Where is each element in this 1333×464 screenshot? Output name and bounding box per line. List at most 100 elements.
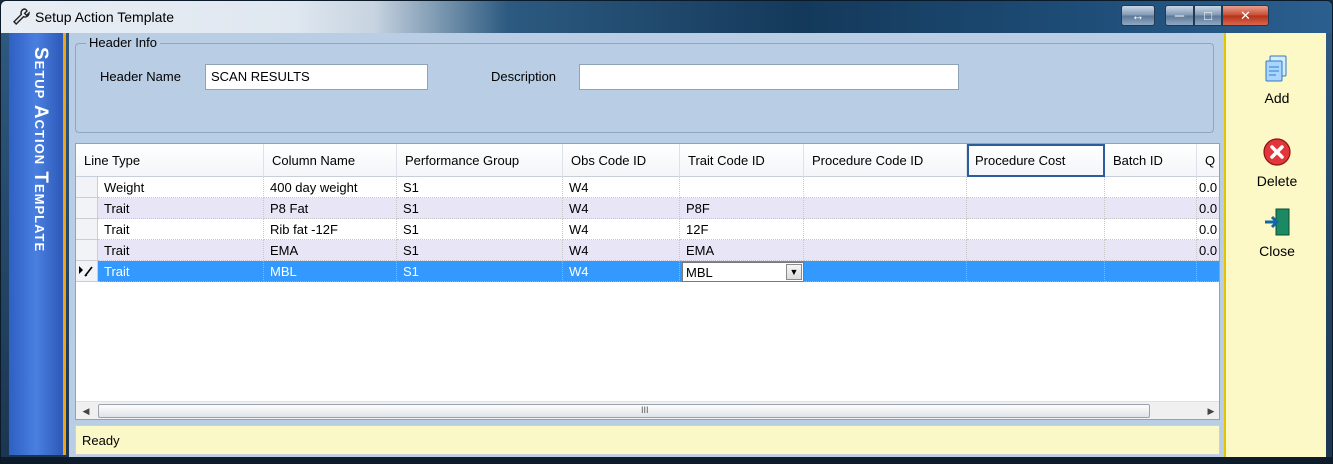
cell-procedure-cost[interactable] (967, 219, 1105, 240)
cell-q[interactable] (1197, 261, 1219, 282)
col-header-performance-group[interactable]: Performance Group (397, 144, 563, 177)
close-button[interactable]: Close (1226, 206, 1328, 259)
cell-performance-group[interactable]: S1 (397, 219, 563, 240)
cell-trait-code-id[interactable] (680, 177, 804, 198)
scroll-right-arrow-icon[interactable]: ▶ (1204, 404, 1218, 418)
cell-procedure-cost[interactable] (967, 240, 1105, 261)
cell-procedure-cost[interactable] (967, 198, 1105, 219)
template-lines-grid[interactable]: Line Type Column Name Performance Group … (75, 143, 1220, 420)
close-window-button[interactable]: ✕ (1222, 5, 1269, 26)
table-row[interactable]: Trait Rib fat -12F S1 W4 12F 0.0 (76, 219, 1219, 240)
cell-obs-code-id[interactable]: W4 (563, 261, 680, 282)
status-bar: Ready (75, 425, 1220, 455)
chevron-down-icon: ▼ (789, 267, 799, 277)
cell-column-name[interactable]: EMA (264, 240, 397, 261)
cell-batch-id[interactable] (1105, 198, 1197, 219)
col-header-q[interactable]: Q (1197, 144, 1219, 177)
delete-icon (1263, 138, 1291, 166)
title-bar[interactable]: Setup Action Template ↔ ─ □ ✕ (1, 1, 1332, 33)
swap-window-button[interactable]: ↔ (1121, 5, 1155, 26)
maximize-button[interactable]: □ (1194, 5, 1222, 26)
col-header-procedure-code-id[interactable]: Procedure Code ID (804, 144, 967, 177)
row-header[interactable] (76, 198, 98, 219)
cell-line-type[interactable]: Trait (98, 240, 264, 261)
cell-performance-group[interactable]: S1 (397, 261, 563, 282)
delete-button[interactable]: Delete (1226, 136, 1328, 189)
header-name-input[interactable]: SCAN RESULTS (205, 64, 428, 90)
cell-procedure-code-id[interactable] (804, 177, 967, 198)
cell-procedure-code-id[interactable] (804, 261, 967, 282)
double-arrow-icon: ↔ (1131, 8, 1145, 23)
cell-trait-code-id[interactable]: 12F (680, 219, 804, 240)
description-label: Description (491, 69, 557, 84)
cell-trait-code-id[interactable]: P8F (680, 198, 804, 219)
col-header-trait-code-id[interactable]: Trait Code ID (680, 144, 804, 177)
trait-code-combo[interactable]: MBL ▼ (682, 262, 804, 282)
col-header-column-name[interactable]: Column Name (264, 144, 397, 177)
minimize-button[interactable]: ─ (1165, 5, 1194, 26)
cell-column-name[interactable]: 400 day weight (264, 177, 397, 198)
cell-obs-code-id[interactable]: W4 (563, 219, 680, 240)
add-button[interactable]: Add (1226, 53, 1328, 106)
cell-obs-code-id[interactable]: W4 (563, 240, 680, 261)
trait-code-combo-value: MBL (686, 265, 713, 280)
exit-door-icon (1265, 208, 1290, 236)
cell-obs-code-id[interactable]: W4 (563, 198, 680, 219)
cell-procedure-code-id[interactable] (804, 219, 967, 240)
cell-performance-group[interactable]: S1 (397, 177, 563, 198)
col-header-procedure-cost[interactable]: Procedure Cost (967, 144, 1105, 177)
header-name-label: Header Name (100, 69, 181, 84)
horizontal-scrollbar[interactable]: ◀ III ▶ (76, 401, 1219, 419)
cell-q[interactable]: 0.0 (1197, 219, 1219, 240)
scroll-left-arrow-icon[interactable]: ◀ (79, 404, 93, 418)
cell-column-name[interactable]: MBL (264, 261, 397, 282)
cell-batch-id[interactable] (1105, 177, 1197, 198)
cell-procedure-cost[interactable] (967, 177, 1105, 198)
header-info-group: Header Info Header Name SCAN RESULTS Des… (75, 35, 1214, 133)
banner-title: Setup Action Template (30, 47, 51, 253)
description-input[interactable] (579, 64, 959, 90)
cell-q[interactable]: 0.0 (1197, 198, 1219, 219)
cell-procedure-cost[interactable] (967, 261, 1105, 282)
cell-batch-id[interactable] (1105, 219, 1197, 240)
wrench-icon (13, 8, 30, 25)
cell-batch-id[interactable] (1105, 261, 1197, 282)
cell-line-type[interactable]: Weight (98, 177, 264, 198)
window-title: Setup Action Template (35, 9, 175, 25)
main-panel: Header Info Header Name SCAN RESULTS Des… (69, 33, 1224, 457)
cell-line-type[interactable]: Trait (98, 198, 264, 219)
table-row[interactable]: Trait P8 Fat S1 W4 P8F 0.0 (76, 198, 1219, 219)
cell-column-name[interactable]: P8 Fat (264, 198, 397, 219)
header-info-legend: Header Info (86, 35, 160, 50)
row-header[interactable] (76, 240, 98, 261)
add-label: Add (1264, 90, 1290, 106)
table-row-selected[interactable]: Trait MBL S1 W4 MBL ▼ (76, 261, 1219, 282)
col-header-batch-id[interactable]: Batch ID (1105, 144, 1197, 177)
delete-label: Delete (1256, 173, 1298, 189)
cell-performance-group[interactable]: S1 (397, 240, 563, 261)
cell-line-type[interactable]: Trait (98, 261, 264, 282)
cell-trait-code-id[interactable]: EMA (680, 240, 804, 261)
cell-procedure-code-id[interactable] (804, 240, 967, 261)
cell-column-name[interactable]: Rib fat -12F (264, 219, 397, 240)
col-header-line-type[interactable]: Line Type (76, 144, 264, 177)
cell-q[interactable]: 0.0 (1197, 240, 1219, 261)
row-header[interactable] (76, 261, 98, 282)
row-header[interactable] (76, 177, 98, 198)
cell-q[interactable]: 0.0 (1197, 177, 1219, 198)
status-text: Ready (82, 433, 120, 448)
scrollbar-thumb[interactable]: III (98, 404, 1150, 418)
table-row[interactable]: Trait EMA S1 W4 EMA 0.0 (76, 240, 1219, 261)
table-row[interactable]: Weight 400 day weight S1 W4 0.0 (76, 177, 1219, 198)
cell-batch-id[interactable] (1105, 240, 1197, 261)
close-icon: ✕ (1240, 7, 1251, 23)
combo-dropdown-button[interactable]: ▼ (786, 264, 802, 280)
add-document-icon (1265, 55, 1287, 82)
cell-procedure-code-id[interactable] (804, 198, 967, 219)
cell-performance-group[interactable]: S1 (397, 198, 563, 219)
edit-pencil-icon (79, 266, 93, 277)
col-header-obs-code-id[interactable]: Obs Code ID (563, 144, 680, 177)
cell-obs-code-id[interactable]: W4 (563, 177, 680, 198)
row-header[interactable] (76, 219, 98, 240)
cell-line-type[interactable]: Trait (98, 219, 264, 240)
